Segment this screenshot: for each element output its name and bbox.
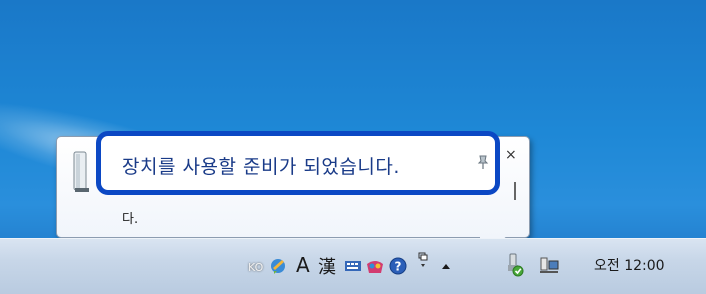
taskbar: KO A 漢 ? 오전 12:00: [0, 238, 706, 294]
ime-language-indicator[interactable]: KO: [248, 261, 263, 274]
pin-icon[interactable]: [476, 154, 490, 170]
language-bar-icon[interactable]: [268, 256, 288, 276]
safely-remove-hardware-icon[interactable]: [504, 253, 524, 277]
balloon-scroll-indicator: [514, 182, 516, 200]
system-tray: KO A 漢 ? 오전 12:00: [244, 239, 706, 294]
network-icon[interactable]: [538, 255, 560, 277]
svg-text:?: ?: [395, 260, 402, 274]
clock[interactable]: 오전 12:00: [594, 255, 665, 275]
close-icon[interactable]: ×: [505, 148, 519, 162]
ime-mode-indicator[interactable]: A: [296, 253, 310, 277]
device-icon: [73, 151, 89, 192]
ime-options-icon[interactable]: [416, 251, 430, 271]
ime-hanja-indicator[interactable]: 漢: [318, 253, 336, 279]
notification-message-tail: 다.: [122, 212, 139, 227]
show-hidden-icons-icon[interactable]: [440, 261, 452, 271]
notification-title: 장치를 사용할 준비가 되었습니다.: [122, 156, 400, 178]
keyboard-icon[interactable]: [344, 257, 362, 275]
help-icon[interactable]: ?: [388, 256, 408, 276]
input-tools-icon[interactable]: [364, 256, 386, 276]
